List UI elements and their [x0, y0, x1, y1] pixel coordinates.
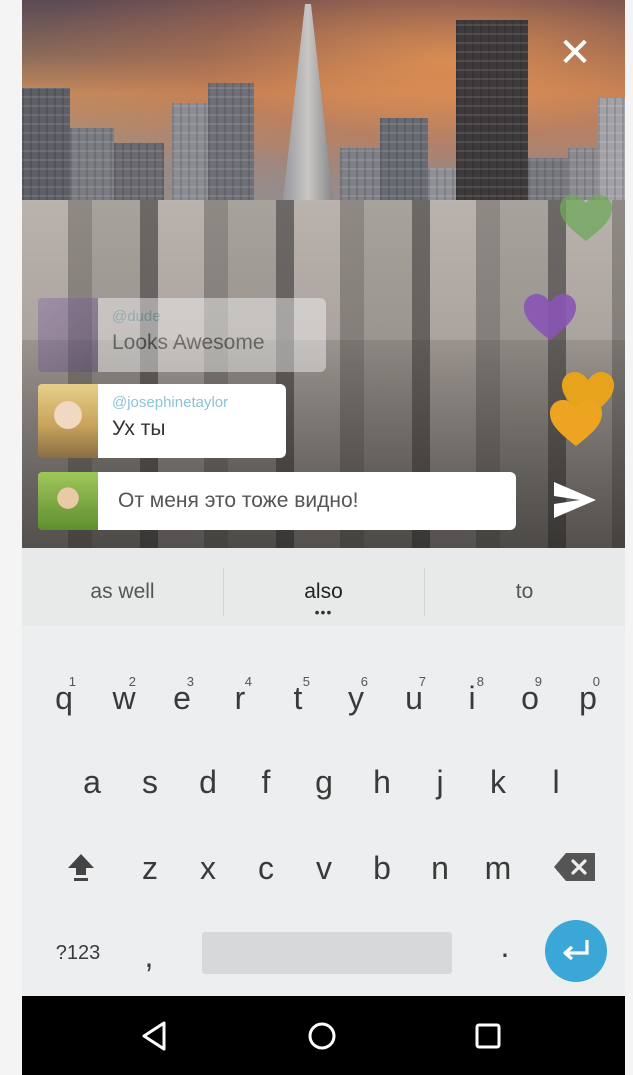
heart-icon — [548, 398, 604, 448]
suggestion-label: also — [304, 580, 343, 603]
suggestion-also[interactable]: also ••• — [223, 548, 424, 626]
key-x[interactable]: x — [188, 850, 228, 887]
key-h[interactable]: h — [362, 764, 402, 801]
key-k[interactable]: k — [478, 764, 518, 801]
key-t[interactable]: t5 — [278, 674, 318, 717]
key-u[interactable]: u7 — [394, 674, 434, 717]
key-g[interactable]: g — [304, 764, 344, 801]
key-d[interactable]: d — [188, 764, 228, 801]
space-bar[interactable] — [202, 932, 452, 974]
key-o[interactable]: o9 — [510, 674, 550, 717]
key-b[interactable]: b — [362, 850, 402, 887]
key-z[interactable]: z — [130, 850, 170, 887]
avatar — [38, 298, 98, 372]
phone-screen: ✕ @dude Looks Awesome @josephinetaylor У… — [22, 0, 625, 1075]
heart-icon — [522, 292, 578, 342]
key-m[interactable]: m — [478, 850, 518, 887]
comment-composer — [38, 472, 516, 530]
shift-icon[interactable] — [62, 848, 100, 886]
comment-item: @dude Looks Awesome — [38, 298, 326, 372]
key-r[interactable]: r4 — [220, 674, 260, 717]
enter-icon[interactable] — [545, 920, 607, 982]
send-icon[interactable] — [550, 476, 600, 524]
suggestion-to[interactable]: to — [424, 548, 625, 626]
avatar — [38, 384, 98, 458]
suggestion-strip: as well also ••• to — [22, 548, 625, 626]
avatar — [38, 472, 98, 530]
comment-text: Looks Awesome — [112, 331, 265, 354]
keyboard: q1 w2 e3 r4 t5 y6 u7 i8 o9 p0 a s d f g … — [22, 626, 625, 996]
comment-username: @josephinetaylor — [112, 394, 229, 411]
backspace-icon[interactable] — [552, 850, 598, 884]
key-l[interactable]: l — [536, 764, 576, 801]
home-icon[interactable] — [302, 1016, 342, 1056]
key-w[interactable]: w2 — [104, 674, 144, 717]
key-e[interactable]: e3 — [162, 674, 202, 717]
comment-username: @dude — [112, 308, 161, 325]
key-a[interactable]: a — [72, 764, 112, 801]
suggestion-as-well[interactable]: as well — [22, 548, 223, 626]
key-j[interactable]: j — [420, 764, 460, 801]
back-icon[interactable] — [134, 1016, 174, 1056]
close-icon[interactable]: ✕ — [552, 30, 598, 76]
key-f[interactable]: f — [246, 764, 286, 801]
key-p[interactable]: p0 — [568, 674, 608, 717]
period-key[interactable]: . — [490, 928, 520, 965]
recents-icon[interactable] — [468, 1016, 508, 1056]
key-n[interactable]: n — [420, 850, 460, 887]
more-suggestions-dots: ••• — [314, 604, 333, 620]
comment-input[interactable] — [98, 472, 516, 530]
symbols-key[interactable]: ?123 — [46, 942, 110, 965]
key-v[interactable]: v — [304, 850, 344, 887]
key-q[interactable]: q1 — [44, 674, 84, 717]
comma-key[interactable]: , — [134, 938, 164, 975]
key-s[interactable]: s — [130, 764, 170, 801]
key-i[interactable]: i8 — [452, 674, 492, 717]
comment-item: @josephinetaylor Ух ты — [38, 384, 286, 458]
heart-icon — [558, 193, 614, 243]
key-c[interactable]: c — [246, 850, 286, 887]
key-y[interactable]: y6 — [336, 674, 376, 717]
live-video: ✕ @dude Looks Awesome @josephinetaylor У… — [22, 0, 625, 548]
comment-text: Ух ты — [112, 417, 166, 440]
system-navbar — [22, 996, 625, 1075]
